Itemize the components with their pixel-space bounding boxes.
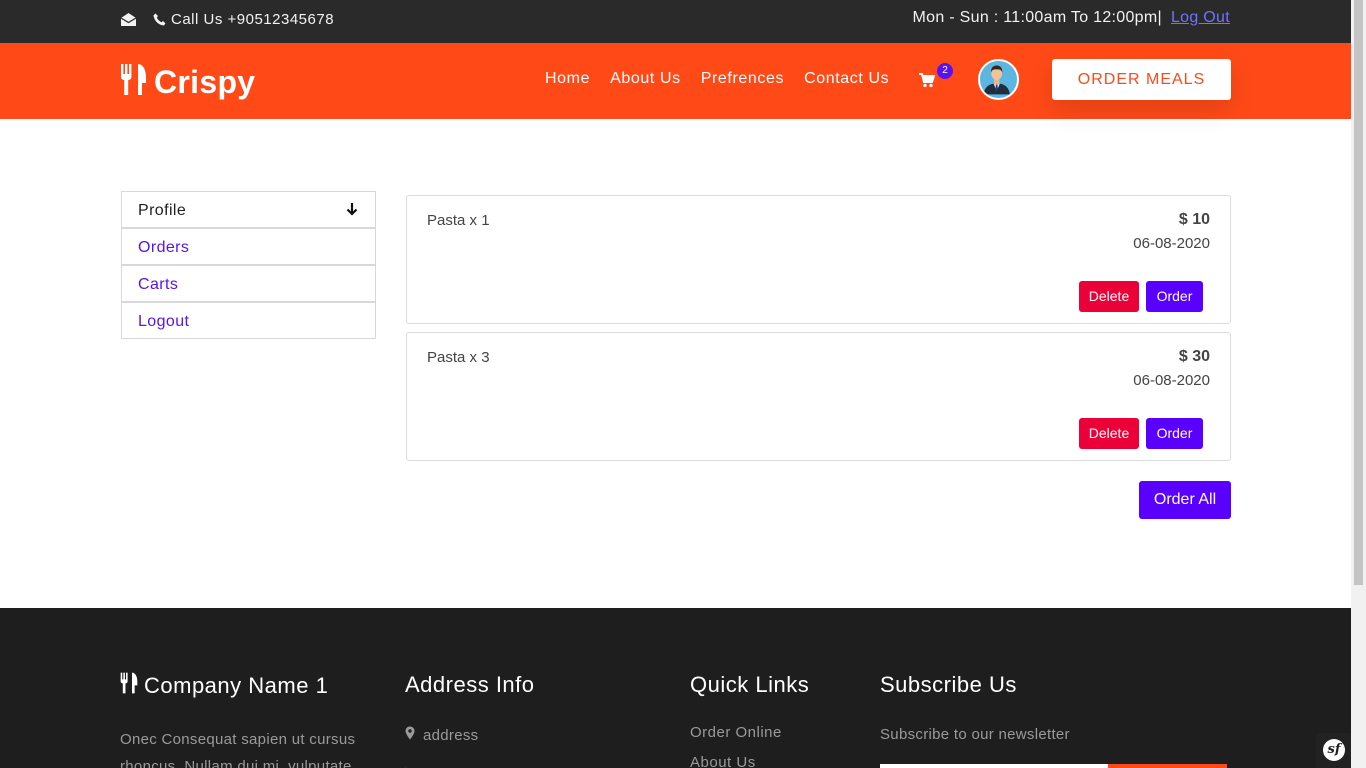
cart-item-price: $ 10 bbox=[1178, 211, 1210, 228]
sidebar-item-label: Profile bbox=[138, 202, 187, 219]
nav-item-about-us[interactable]: About Us bbox=[610, 70, 681, 88]
cutlery-icon bbox=[120, 672, 144, 700]
sidebar-item-profile[interactable]: Profile bbox=[121, 191, 376, 228]
avatar[interactable] bbox=[978, 59, 1019, 100]
order-meals-button[interactable]: ORDER MEALS bbox=[1052, 59, 1231, 100]
sidebar-item-label: Orders bbox=[138, 239, 190, 256]
opening-hours: Mon - Sun : 11:00am To 12:00pm| Log Out bbox=[913, 9, 1230, 27]
cart-item-card: Pasta x 3 $ 30 06-08-2020 Delete Order bbox=[406, 332, 1231, 461]
cart-item-date: 06-08-2020 bbox=[1133, 372, 1210, 389]
footer: Company Name 1 Onec Consequat sapien ut … bbox=[0, 608, 1351, 768]
cart-item-price: $ 30 bbox=[1178, 348, 1210, 365]
newsletter-email-input[interactable] bbox=[880, 764, 1108, 768]
sidebar-item-carts[interactable]: Carts bbox=[121, 265, 376, 302]
brand-name: Crispy bbox=[154, 63, 256, 100]
address-line: address bbox=[405, 726, 478, 744]
subscribe-text: Subscribe to our newsletter bbox=[880, 726, 1070, 743]
account-sidebar: Profile Orders Carts Logout bbox=[121, 191, 376, 339]
company-title: Company Name 1 bbox=[120, 672, 328, 700]
address-title: Address Info bbox=[405, 672, 535, 697]
envelope-open-icon[interactable] bbox=[120, 12, 137, 27]
symfony-logo-icon: sf bbox=[1323, 739, 1345, 761]
nav-item-home[interactable]: Home bbox=[545, 70, 590, 88]
subscribe-title: Subscribe Us bbox=[880, 672, 1017, 697]
nav-item-preferences[interactable]: Prefrences bbox=[701, 70, 784, 88]
company-name: Company Name 1 bbox=[144, 673, 329, 698]
sidebar-item-orders[interactable]: Orders bbox=[121, 228, 376, 265]
page: Call Us +90512345678 Mon - Sun : 11:00am… bbox=[0, 0, 1366, 768]
delete-button[interactable]: Delete bbox=[1079, 418, 1139, 449]
debug-toolbar-toggle[interactable]: sf bbox=[1316, 733, 1351, 768]
brand-logo[interactable]: Crispy bbox=[120, 63, 255, 101]
sidebar-item-label: Logout bbox=[138, 313, 190, 330]
top-info-bar: Call Us +90512345678 Mon - Sun : 11:00am… bbox=[0, 0, 1351, 43]
order-button[interactable]: Order bbox=[1146, 418, 1203, 449]
cart-item-date: 06-08-2020 bbox=[1133, 235, 1210, 252]
map-marker-icon bbox=[405, 726, 423, 744]
cart-button[interactable]: 2 bbox=[919, 63, 953, 93]
cart-item-name: Pasta x 3 bbox=[427, 349, 490, 366]
company-description: Onec Consequat sapien ut cursus rhoncus.… bbox=[120, 731, 356, 768]
page-scrollbar[interactable] bbox=[1351, 0, 1366, 768]
logout-link[interactable]: Log Out bbox=[1171, 9, 1230, 27]
nav-menu: Home About Us Prefrences Contact Us bbox=[545, 70, 909, 88]
scrollbar-thumb[interactable] bbox=[1354, 0, 1363, 585]
subscribe-button[interactable] bbox=[1108, 764, 1227, 768]
cart-count-badge: 2 bbox=[937, 63, 953, 79]
nav-item-contact-us[interactable]: Contact Us bbox=[804, 70, 889, 88]
main-navbar: Crispy Home About Us Prefrences Contact … bbox=[0, 43, 1351, 119]
footer-link-order-online[interactable]: Order Online bbox=[690, 724, 782, 741]
cutlery-icon bbox=[120, 63, 154, 101]
order-all-button[interactable]: Order All bbox=[1139, 481, 1231, 519]
hours-text: Mon - Sun : 11:00am To 12:00pm| bbox=[912, 9, 1162, 26]
phone-icon bbox=[153, 13, 166, 26]
cart-item-name: Pasta x 1 bbox=[427, 212, 490, 229]
contact-info: Call Us +90512345678 bbox=[120, 11, 334, 28]
quick-links-title: Quick Links bbox=[690, 672, 810, 697]
order-button[interactable]: Order bbox=[1146, 281, 1203, 312]
arrow-down-icon bbox=[346, 202, 358, 216]
footer-link-about-us[interactable]: About Us bbox=[690, 754, 756, 768]
phone-icon bbox=[405, 760, 411, 768]
call-us-text: Call Us +90512345678 bbox=[171, 11, 335, 28]
delete-button[interactable]: Delete bbox=[1079, 281, 1139, 312]
sidebar-item-label: Carts bbox=[138, 276, 179, 293]
cart-item-card: Pasta x 1 $ 10 06-08-2020 Delete Order bbox=[406, 195, 1231, 324]
address-text: address bbox=[423, 726, 479, 744]
sidebar-item-logout[interactable]: Logout bbox=[121, 302, 376, 339]
